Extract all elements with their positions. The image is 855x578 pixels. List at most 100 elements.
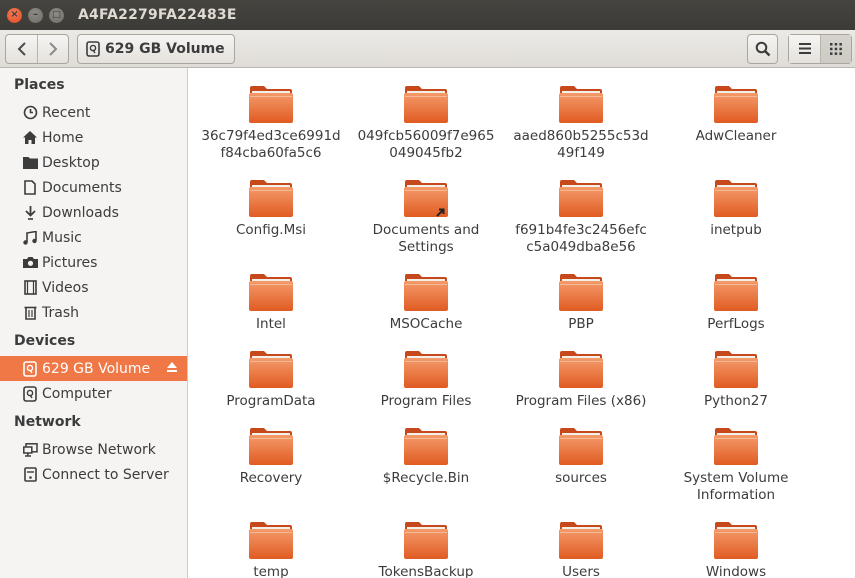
sidebar-item-connect-to-server[interactable]: Connect to Server bbox=[0, 462, 187, 487]
maximize-window-button[interactable]: □ bbox=[49, 7, 64, 23]
places-heading: Places bbox=[14, 77, 65, 93]
folder-label: inetpub bbox=[661, 222, 811, 239]
folder-icon bbox=[22, 155, 38, 171]
eject-icon[interactable] bbox=[166, 361, 178, 377]
sidebar-item-629-gb-volume[interactable]: 629 GB Volume bbox=[0, 356, 187, 381]
folder-icon bbox=[249, 86, 293, 123]
title-bar[interactable]: × – □ A4FA2279FA22483E bbox=[0, 0, 855, 30]
folder-label: Users bbox=[506, 564, 656, 578]
sidebar-item-label: Browse Network bbox=[42, 441, 156, 458]
folder-label-line: 36c79f4ed3ce6991d bbox=[201, 128, 341, 144]
folder-item[interactable]: PerfLogs bbox=[661, 272, 811, 333]
folder-item[interactable]: inetpub bbox=[661, 178, 811, 239]
folder-label: PBP bbox=[506, 316, 656, 333]
folder-icon bbox=[249, 180, 293, 217]
sidebar-item-label: Videos bbox=[42, 279, 89, 296]
grid-view-button[interactable] bbox=[820, 34, 851, 63]
folder-icon bbox=[714, 274, 758, 311]
chevron-left-icon bbox=[17, 41, 26, 56]
sidebar-item-label: 629 GB Volume bbox=[42, 360, 151, 377]
path-bar-button[interactable]: 629 GB Volume bbox=[77, 33, 235, 64]
folder-label-line: ProgramData bbox=[226, 393, 316, 409]
list-view-button[interactable] bbox=[789, 34, 820, 63]
folder-label: MSOCache bbox=[351, 316, 501, 333]
folder-label-line: Config.Msi bbox=[235, 222, 307, 238]
folder-item[interactable]: temp bbox=[196, 520, 346, 578]
folder-label-line: Program Files (x86) bbox=[515, 393, 647, 409]
folder-item[interactable]: Users bbox=[506, 520, 656, 578]
devices-heading: Devices bbox=[14, 333, 76, 349]
toolbar: 629 GB Volume bbox=[0, 30, 855, 68]
folder-item[interactable]: Recovery bbox=[196, 426, 346, 487]
folder-item[interactable]: Program Files bbox=[351, 349, 501, 410]
close-window-button[interactable]: × bbox=[7, 7, 22, 23]
folder-label: Python27 bbox=[661, 393, 811, 410]
folder-item[interactable]: Program Files (x86) bbox=[506, 349, 656, 410]
sidebar-item-trash[interactable]: Trash bbox=[0, 300, 187, 325]
sidebar-item-label: Desktop bbox=[42, 154, 100, 171]
folder-item[interactable]: Intel bbox=[196, 272, 346, 333]
sidebar-item-documents[interactable]: Documents bbox=[0, 175, 187, 200]
folder-label-line: Program Files bbox=[380, 393, 472, 409]
search-button[interactable] bbox=[747, 33, 778, 64]
folder-item[interactable]: f691b4fe3c2456efc c5a049dba8e56 bbox=[506, 178, 656, 256]
sidebar-item-desktop[interactable]: Desktop bbox=[0, 150, 187, 175]
sidebar-item-videos[interactable]: Videos bbox=[0, 275, 187, 300]
sidebar-item-computer[interactable]: Computer bbox=[0, 381, 187, 406]
folder-icon bbox=[559, 180, 603, 217]
folder-item[interactable]: TokensBackup bbox=[351, 520, 501, 578]
sidebar-item-label: Documents bbox=[42, 179, 122, 196]
minimize-window-button[interactable]: – bbox=[28, 7, 43, 23]
folder-item[interactable]: MSOCache bbox=[351, 272, 501, 333]
folder-item[interactable]: Config.Msi bbox=[196, 178, 346, 239]
folder-icon bbox=[714, 180, 758, 217]
sidebar-item-home[interactable]: Home bbox=[0, 125, 187, 150]
folder-item[interactable]: Documents and Settings bbox=[351, 178, 501, 256]
folder-icon bbox=[404, 180, 448, 217]
folder-item[interactable]: 36c79f4ed3ce6991d f84cba60fa5c6 bbox=[196, 84, 346, 162]
sidebar-item-recent[interactable]: Recent bbox=[0, 100, 187, 125]
folder-item[interactable]: 049fcb56009f7e965 049045fb2 bbox=[351, 84, 501, 162]
forward-button[interactable] bbox=[37, 34, 68, 63]
folder-icon bbox=[714, 522, 758, 559]
sidebar-item-label: Recent bbox=[42, 104, 91, 121]
path-bar-label: 629 GB Volume bbox=[105, 40, 225, 57]
sidebar-item-music[interactable]: Music bbox=[0, 225, 187, 250]
sidebar-item-label: Pictures bbox=[42, 254, 98, 271]
folder-item[interactable]: PBP bbox=[506, 272, 656, 333]
folder-item[interactable]: aaed860b5255c53d 49f149 bbox=[506, 84, 656, 162]
folder-item[interactable]: ProgramData bbox=[196, 349, 346, 410]
folder-item[interactable]: $Recycle.Bin bbox=[351, 426, 501, 487]
folder-icon bbox=[559, 86, 603, 123]
folder-icon bbox=[559, 428, 603, 465]
folder-item[interactable]: sources bbox=[506, 426, 656, 487]
folder-icon bbox=[249, 351, 293, 388]
folder-icon bbox=[404, 351, 448, 388]
folder-item[interactable]: Python27 bbox=[661, 349, 811, 410]
file-grid: 36c79f4ed3ce6991d f84cba60fa5c6 049fcb5600… bbox=[189, 68, 855, 578]
folder-icon bbox=[559, 522, 603, 559]
folder-item[interactable]: System Volume Information bbox=[661, 426, 811, 504]
folder-item[interactable]: Windows bbox=[661, 520, 811, 578]
back-button[interactable] bbox=[6, 35, 37, 63]
drive-icon bbox=[86, 40, 100, 57]
folder-label: TokensBackup bbox=[351, 564, 501, 578]
folder-label-line: TokensBackup bbox=[378, 564, 474, 578]
folder-icon bbox=[714, 351, 758, 388]
folder-label-line: Settings bbox=[398, 239, 454, 255]
folder-item[interactable]: AdwCleaner bbox=[661, 84, 811, 145]
folder-label: temp bbox=[196, 564, 346, 578]
folder-label: Recovery bbox=[196, 470, 346, 487]
sidebar-item-browse-network[interactable]: Browse Network bbox=[0, 437, 187, 462]
folder-label: f691b4fe3c2456efc c5a049dba8e56 bbox=[506, 222, 656, 256]
folder-label: $Recycle.Bin bbox=[351, 470, 501, 487]
folder-icon bbox=[714, 428, 758, 465]
sidebar-item-downloads[interactable]: Downloads bbox=[0, 200, 187, 225]
folder-icon bbox=[404, 522, 448, 559]
chevron-right-icon bbox=[49, 41, 58, 56]
folder-label-line: Recovery bbox=[239, 470, 303, 486]
folder-icon bbox=[559, 351, 603, 388]
folder-label-line: f84cba60fa5c6 bbox=[220, 145, 322, 161]
sidebar-item-label: Connect to Server bbox=[42, 466, 169, 483]
sidebar-item-pictures[interactable]: Pictures bbox=[0, 250, 187, 275]
